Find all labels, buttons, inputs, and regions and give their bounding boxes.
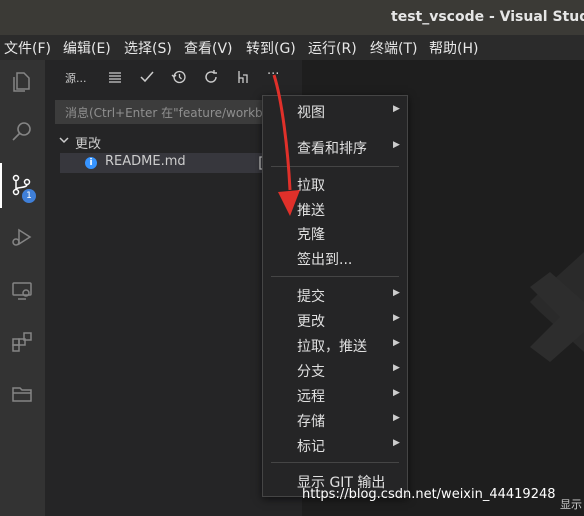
watermark-text: https://blog.csdn.net/weixin_44419248 <box>302 487 556 502</box>
annotation-arrow <box>272 74 300 216</box>
status-corner-text: 显示 <box>560 498 582 511</box>
